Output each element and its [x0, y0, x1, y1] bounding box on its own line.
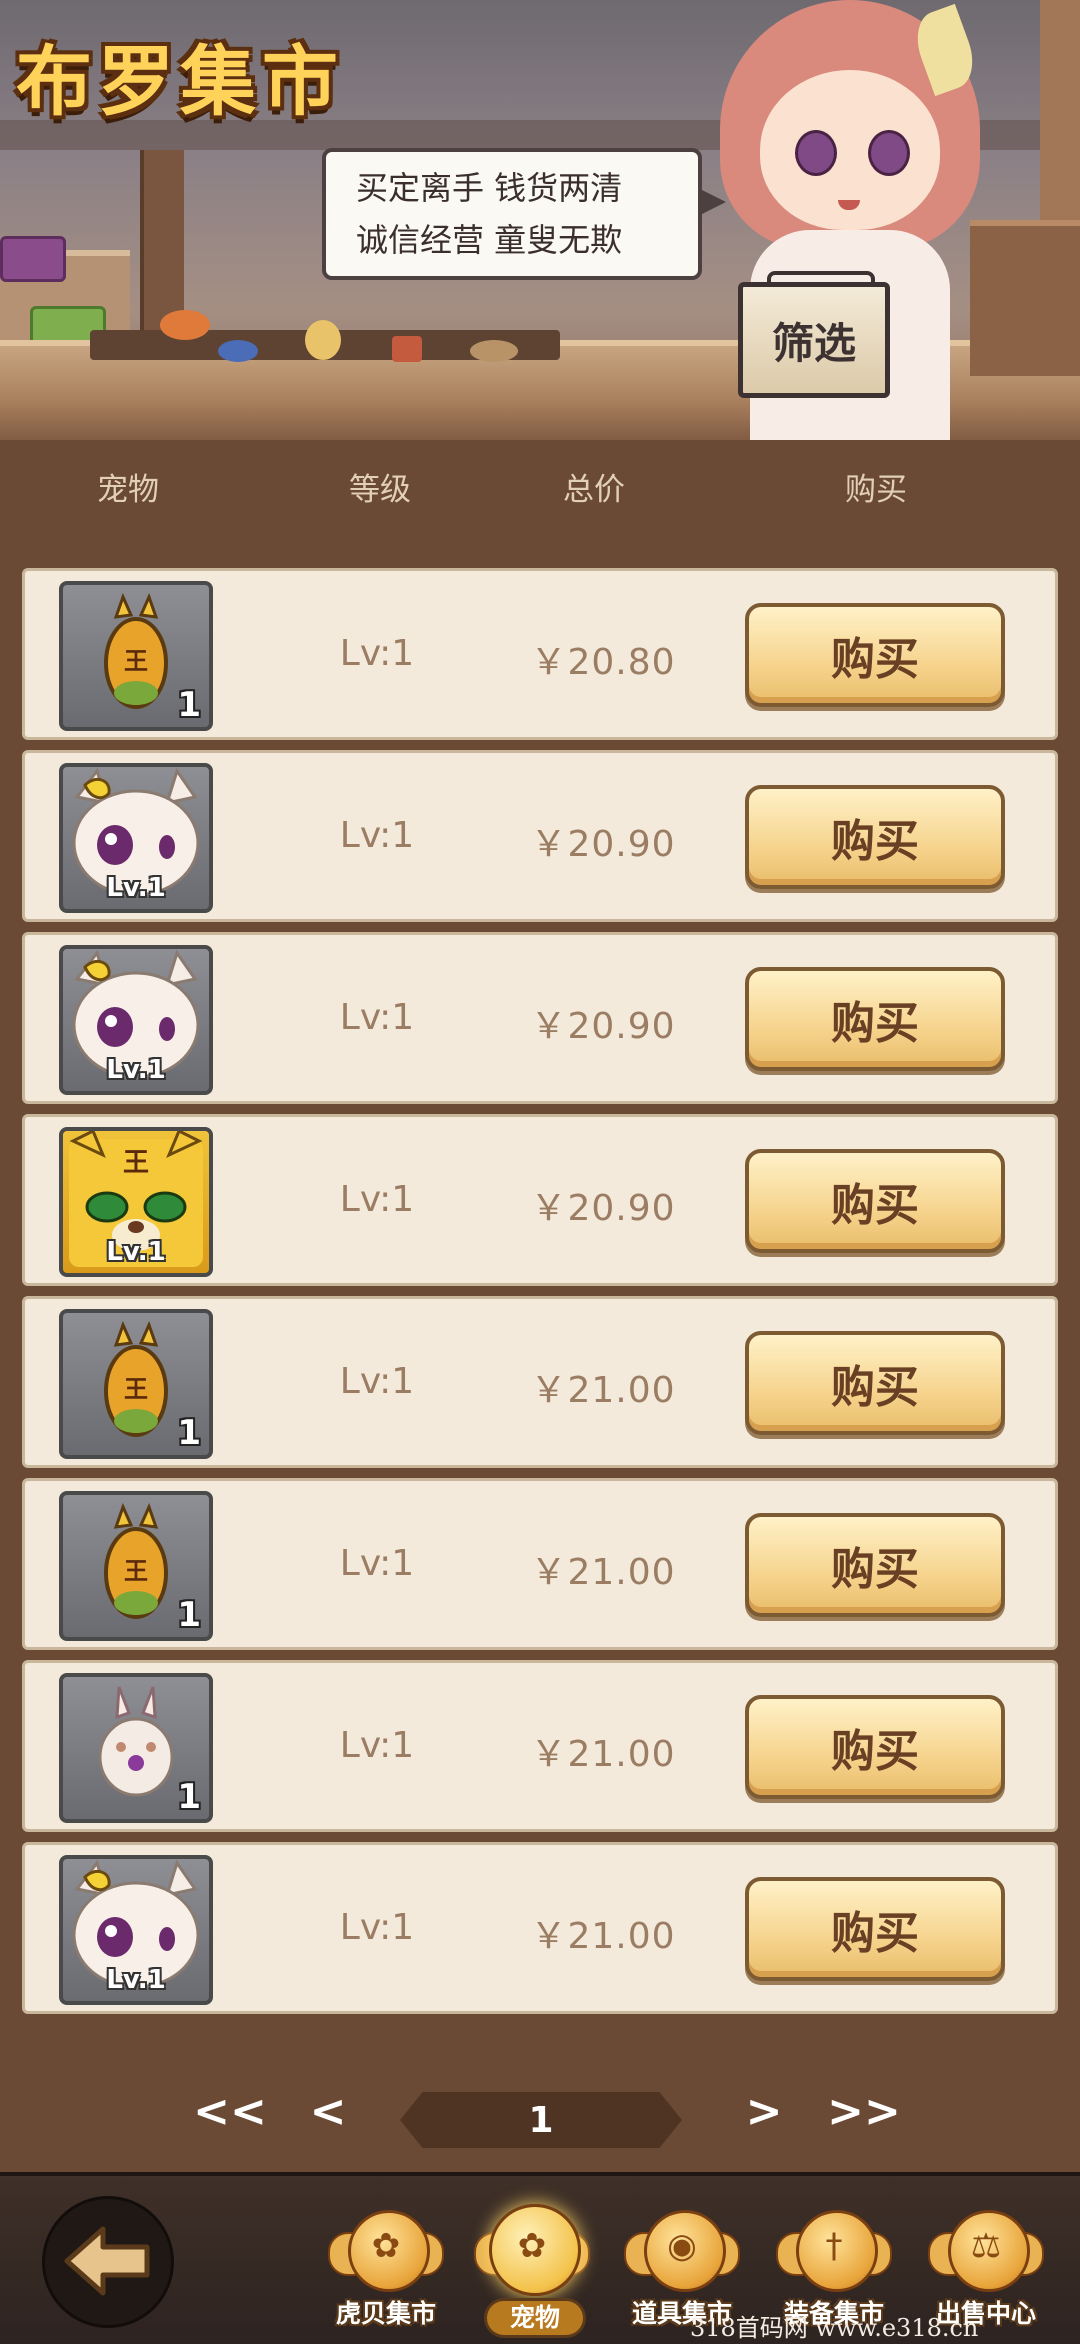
shopkeeper-speech-bubble: 买定离手 钱货两清 诚信经营 童叟无欺: [322, 148, 726, 280]
listing-price: ￥21.00: [530, 1734, 676, 1775]
rabbit-egg-icon[interactable]: 1: [59, 1673, 213, 1823]
svg-text:王: 王: [124, 647, 148, 675]
listing-row: 1 Lv:1 ￥21.00 购买: [22, 1660, 1058, 1832]
current-page-indicator: 1: [400, 2092, 682, 2148]
speech-line: 诚信经营 童叟无欺: [356, 221, 623, 259]
buy-button[interactable]: 购买: [745, 603, 1005, 707]
listing-level: Lv:1: [339, 1543, 415, 1584]
listing-level: Lv:1: [339, 633, 415, 674]
buy-button[interactable]: 购买: [745, 1695, 1005, 1799]
item-quantity-badge: 1: [177, 685, 201, 725]
back-button[interactable]: [42, 2196, 174, 2328]
listing-level: Lv:1: [339, 1179, 415, 1220]
nav-item-pets[interactable]: ✿ 宠物: [462, 2204, 602, 2340]
column-header-pet: 宠物: [97, 472, 159, 508]
pet-level-badge: Lv.1: [106, 873, 166, 903]
column-header-total-price: 总价: [563, 472, 625, 508]
listing-price: ￥20.90: [530, 824, 676, 865]
goods-item-icon: [305, 320, 341, 360]
pet-level-badge: Lv.1: [106, 1055, 166, 1085]
next-page-button[interactable]: >: [746, 2086, 783, 2137]
svg-text:王: 王: [123, 1148, 149, 1178]
buy-button[interactable]: 购买: [745, 1877, 1005, 1981]
goods-item-icon: [392, 336, 422, 362]
item-quantity-badge: 1: [177, 1595, 201, 1635]
listing-price: ￥20.90: [530, 1006, 676, 1047]
nav-item-label: 宠物: [484, 2298, 586, 2338]
listing-level: Lv:1: [339, 815, 415, 856]
back-arrow-icon: [64, 2226, 150, 2296]
buy-button[interactable]: 购买: [745, 967, 1005, 1071]
svg-text:王: 王: [124, 1557, 148, 1585]
listing-row: Lv.1 Lv:1 ￥20.90 购买: [22, 750, 1058, 922]
listing-price: ￥20.90: [530, 1188, 676, 1229]
bunny-pet-icon[interactable]: Lv.1: [59, 763, 213, 913]
listing-level: Lv:1: [339, 1725, 415, 1766]
bag-glyph: ◉: [667, 2226, 697, 2266]
buy-button[interactable]: 购买: [745, 1149, 1005, 1253]
listing-row: 王 1 Lv:1 ￥21.00 购买: [22, 1478, 1058, 1650]
bunny-pet-icon[interactable]: Lv.1: [59, 945, 213, 1095]
column-header-level: 等级: [349, 472, 411, 508]
prev-page-button[interactable]: <: [310, 2086, 347, 2137]
sword-glyph: †: [825, 2226, 843, 2266]
goods-item-icon: [160, 310, 210, 340]
list-column-headers: 宠物 等级 总价 购买: [0, 440, 1080, 530]
speech-line: 买定离手 钱货两清: [356, 169, 623, 207]
listing-row: Lv.1 Lv:1 ￥21.00 购买: [22, 1842, 1058, 2014]
item-quantity-badge: 1: [177, 1413, 201, 1453]
pagination: << < 1 > >>: [0, 2080, 1080, 2160]
market-scene-banner: 布罗集市 买定离手 钱货两清 诚信经营 童叟无欺 筛选: [0, 0, 1080, 440]
nav-item-label: 虎贝集市: [335, 2299, 436, 2328]
listing-price: ￥21.00: [530, 1916, 676, 1957]
first-page-button[interactable]: <<: [193, 2086, 267, 2137]
last-page-button[interactable]: >>: [827, 2086, 901, 2137]
svg-text:王: 王: [124, 1375, 148, 1403]
filter-button[interactable]: 筛选: [738, 271, 890, 398]
listing-price: ￥21.00: [530, 1552, 676, 1593]
page-title: 布罗集市: [16, 37, 344, 126]
goods-item-icon: [470, 340, 518, 362]
pet-level-badge: Lv.1: [106, 1237, 166, 1267]
paw-glyph: ✿: [371, 2226, 401, 2266]
paw-glyph: ✿: [517, 2226, 547, 2266]
listing-level: Lv:1: [339, 997, 415, 1038]
scale-glyph: ⚖: [970, 2226, 1002, 2266]
goods-item-icon: [218, 340, 258, 362]
tiger-egg-icon[interactable]: 王 1: [59, 1491, 213, 1641]
pet-level-badge: Lv.1: [106, 1965, 166, 1995]
bunny-pet-icon[interactable]: Lv.1: [59, 1855, 213, 2005]
listing-row: 王 1 Lv:1 ￥20.80 购买: [22, 568, 1058, 740]
wooden-post: [1040, 0, 1080, 230]
nav-item-hubei-market[interactable]: ✿ 虎贝集市: [316, 2210, 456, 2340]
listing-price: ￥21.00: [530, 1370, 676, 1411]
tiger-egg-icon[interactable]: 王 1: [59, 1309, 213, 1459]
buy-button[interactable]: 购买: [745, 1513, 1005, 1617]
listing-row: 王 1 Lv:1 ￥21.00 购买: [22, 1296, 1058, 1468]
tiger-egg-icon[interactable]: 王 1: [59, 581, 213, 731]
buy-button[interactable]: 购买: [745, 1331, 1005, 1435]
goods-box-icon: [0, 236, 66, 282]
listing-price: ￥20.80: [530, 642, 676, 683]
column-header-buy: 购买: [845, 472, 907, 508]
listing-row: Lv.1 Lv:1 ￥20.90 购买: [22, 932, 1058, 1104]
buy-button[interactable]: 购买: [745, 785, 1005, 889]
tiger-pet-icon[interactable]: 王 Lv.1: [59, 1127, 213, 1277]
listing-row: 王 Lv.1 Lv:1 ￥20.90 购买: [22, 1114, 1058, 1286]
item-quantity-badge: 1: [177, 1777, 201, 1817]
listing-level: Lv:1: [339, 1907, 415, 1948]
listing-level: Lv:1: [339, 1361, 415, 1402]
watermark: 318首码网 www.e318.cn: [690, 2314, 979, 2342]
